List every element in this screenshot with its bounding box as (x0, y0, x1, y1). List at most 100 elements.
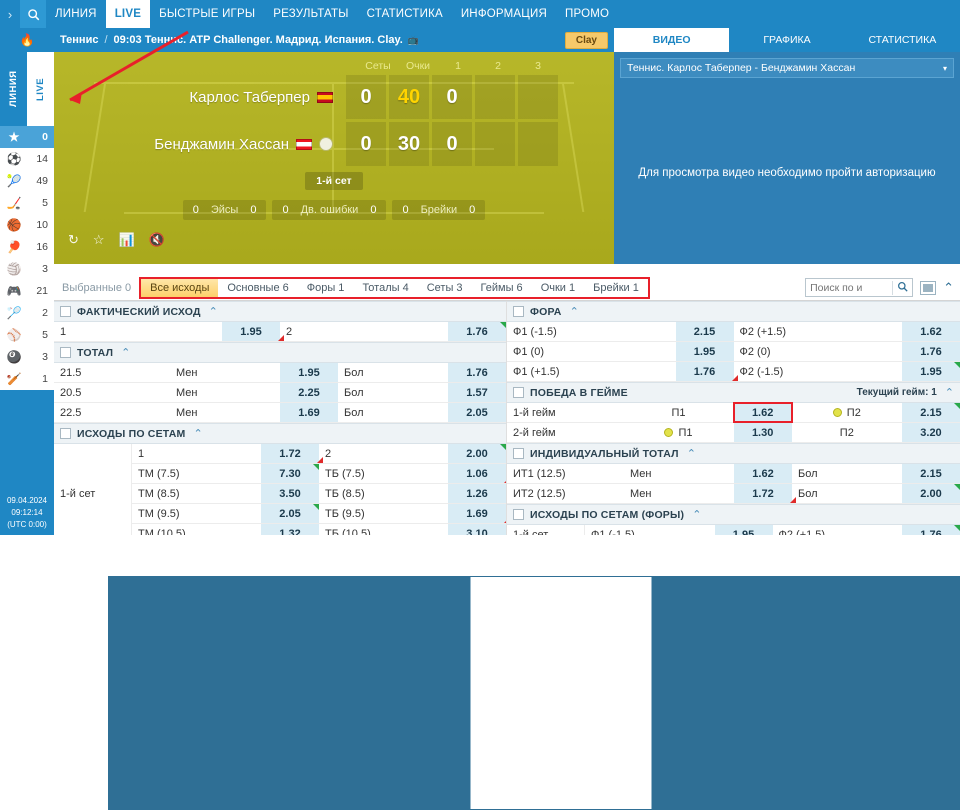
chevron-up-icon[interactable]: ⌃ (121, 346, 130, 359)
nav-item-liniya[interactable]: ЛИНИЯ (46, 0, 106, 28)
nav-item-information[interactable]: ИНФОРМАЦИЯ (452, 0, 556, 28)
market-tab[interactable]: Форы 1 (298, 279, 354, 297)
odd-button[interactable]: 7.30 (261, 464, 319, 483)
odd-button[interactable]: 1.76 (448, 363, 506, 382)
odd-button[interactable]: 1.95 (902, 362, 960, 381)
search-icon[interactable] (892, 280, 912, 295)
nav-item-fast-games[interactable]: БЫСТРЫЕ ИГРЫ (150, 0, 264, 28)
sport-item-star[interactable]: ★ 0 (0, 126, 54, 148)
market-checkbox[interactable] (513, 509, 524, 520)
market-tab[interactable]: Все исходы (141, 278, 219, 297)
odd-button[interactable]: 1.95 (675, 342, 734, 361)
nav-item-promo[interactable]: ПРОМО (556, 0, 618, 28)
one-column-view-icon[interactable] (920, 280, 937, 295)
odd-button[interactable]: 1.26 (448, 484, 506, 503)
sport-item-hockey[interactable]: 🏒 5 (0, 192, 54, 214)
market-checkbox[interactable] (513, 306, 524, 317)
refresh-icon[interactable]: ↻ (68, 232, 79, 248)
odd-button[interactable]: 1.69 (280, 403, 338, 422)
chevron-down-icon[interactable]: ▾ (943, 64, 947, 73)
market-checkbox[interactable] (60, 428, 71, 439)
two-column-view-icon[interactable] (108, 576, 960, 810)
nav-item-live[interactable]: LIVE (105, 0, 151, 28)
market-tab[interactable]: Сеты 3 (418, 279, 472, 297)
tab-statistics[interactable]: СТАТИСТИКА (845, 28, 960, 52)
market-tab[interactable]: Основные 6 (218, 279, 297, 297)
sport-item-cricket[interactable]: 🏏 1 (0, 368, 54, 390)
odd-button[interactable]: 1.76 (448, 322, 506, 341)
market-tab[interactable]: Брейки 1 (584, 279, 648, 297)
odd-button[interactable]: 2.25 (280, 383, 338, 402)
odd-button[interactable]: 3.50 (261, 484, 319, 503)
match-sport[interactable]: Теннис (60, 34, 98, 46)
odd-button[interactable]: 1.76 (675, 362, 738, 381)
tab-graphics[interactable]: ГРАФИКА (729, 28, 844, 52)
odd-button[interactable]: 2.15 (902, 464, 960, 483)
chevron-up-icon[interactable]: ⌃ (193, 427, 202, 440)
mute-icon[interactable]: 🔇 (149, 232, 165, 248)
sport-item-badminton[interactable]: 🏸 2 (0, 302, 54, 324)
sport-item-billiards[interactable]: 🎱 3 (0, 346, 54, 368)
odd-button[interactable]: 2.15 (675, 322, 734, 341)
sidebar-tab-live[interactable]: LIVE (27, 52, 54, 126)
odd-button[interactable]: 1.76 (902, 525, 960, 535)
sport-item-basketball[interactable]: 🏀 10 (0, 214, 54, 236)
odd-button[interactable]: 2.00 (902, 484, 960, 503)
chevron-up-icon[interactable]: ⌃ (692, 508, 701, 521)
sport-item-baseball[interactable]: ⚾ 5 (0, 324, 54, 346)
tab-video[interactable]: ВИДЕО (614, 28, 730, 52)
fire-icon[interactable]: 🔥 (0, 28, 54, 52)
chevron-up-icon[interactable]: ⌃ (687, 447, 696, 460)
search-input[interactable] (806, 281, 893, 294)
sidebar-tab-liniya[interactable]: ЛИНИЯ (0, 52, 27, 126)
market-checkbox[interactable] (513, 448, 524, 459)
market-checkbox[interactable] (60, 347, 71, 358)
odd-button[interactable]: 2.05 (448, 403, 506, 422)
odd-button[interactable]: 1.69 (448, 504, 506, 523)
nav-item-statistics[interactable]: СТАТИСТИКА (358, 0, 452, 28)
odd-button[interactable]: 1.57 (448, 383, 506, 402)
odd-button[interactable]: 3.20 (901, 423, 960, 442)
stats-icon[interactable]: 📊 (119, 232, 135, 248)
odd-button[interactable]: 1.72 (734, 484, 796, 503)
star-icon[interactable]: ☆ (93, 232, 105, 248)
market-row: Ф1 (-1.5) 1.95 Ф2 (+1.5) 1.76 (585, 525, 960, 535)
market-checkbox[interactable] (513, 387, 524, 398)
market-row: 1-й гейм П1 1.62 П2 2.15 (507, 402, 960, 423)
odd-button[interactable]: 1.62 (732, 402, 793, 423)
odd-button[interactable]: 1.95 (714, 525, 773, 535)
odd-button[interactable]: 2.05 (261, 504, 319, 523)
odd-button[interactable]: 1.95 (222, 322, 284, 341)
odd-button[interactable]: 1.72 (261, 444, 323, 463)
chevron-up-icon[interactable]: ⌃ (945, 386, 954, 399)
search-icon[interactable] (20, 0, 46, 28)
odd-button[interactable]: 1.32 (261, 524, 319, 535)
search-box[interactable] (805, 278, 914, 297)
chevron-up-icon[interactable]: ⌃ (209, 305, 218, 318)
total-line-label: ИТ2 (12.5) (513, 487, 566, 500)
odd-button[interactable]: 2.00 (448, 444, 506, 463)
sport-item-tabletennis[interactable]: 🏓 16 (0, 236, 54, 258)
odd-button[interactable]: 1.06 (448, 464, 506, 483)
tab-selected[interactable]: Выбранные 0 (54, 282, 139, 294)
sport-item-tennis[interactable]: 🎾 49 (0, 170, 54, 192)
market-tab[interactable]: Геймы 6 (472, 279, 532, 297)
odd-button[interactable]: 1.62 (902, 322, 960, 341)
collapse-all-icon[interactable]: ⌃ (943, 280, 954, 296)
odd-button[interactable]: 1.76 (902, 342, 960, 361)
market-tab[interactable]: Тоталы 4 (353, 279, 417, 297)
sport-item-volleyball[interactable]: 🏐 3 (0, 258, 54, 280)
odd-button[interactable]: 3.10 (448, 524, 506, 535)
odd-button[interactable]: 2.15 (901, 403, 960, 422)
sport-item-esports[interactable]: 🎮 21 (0, 280, 54, 302)
market-checkbox[interactable] (60, 306, 71, 317)
odd-button[interactable]: 1.95 (280, 363, 338, 382)
odd-button[interactable]: 1.30 (733, 423, 792, 442)
nav-item-results[interactable]: РЕЗУЛЬТАТЫ (264, 0, 357, 28)
video-stream-selector[interactable]: Теннис. Карлос Таберпер - Бенджамин Хасс… (620, 58, 954, 78)
odd-button[interactable]: 1.62 (734, 464, 792, 483)
expand-arrow-icon[interactable]: › (0, 7, 20, 22)
chevron-up-icon[interactable]: ⌃ (570, 305, 579, 318)
sport-item-soccer[interactable]: ⚽ 14 (0, 148, 54, 170)
market-tab[interactable]: Очки 1 (532, 279, 584, 297)
